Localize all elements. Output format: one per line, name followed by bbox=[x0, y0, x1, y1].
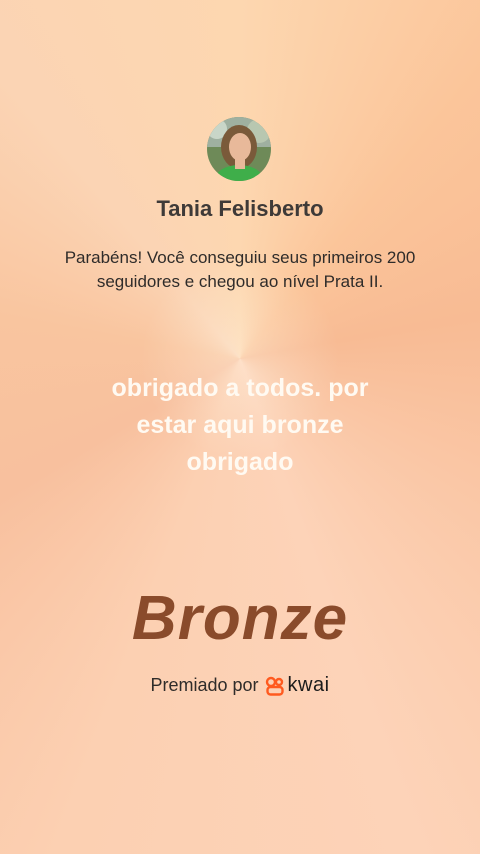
profile-avatar[interactable] bbox=[207, 117, 271, 181]
post-text: obrigado a todos. por estar aqui bronze … bbox=[111, 374, 369, 476]
level-badge-text: Bronze bbox=[131, 584, 349, 653]
avatar-photo bbox=[207, 117, 271, 181]
awarded-label: Premiado por bbox=[150, 675, 259, 695]
kwai-logo-icon bbox=[265, 676, 284, 696]
kwai-brand-text: kwai bbox=[287, 674, 330, 696]
kwai-logo[interactable]: kwai bbox=[265, 674, 330, 697]
profile-name: Tania Felisberto bbox=[156, 196, 324, 221]
achievement-message: Parabéns! Você conseguiu seus primeiros … bbox=[64, 248, 416, 291]
awarded-by: Premiado por kwai bbox=[0, 674, 480, 697]
